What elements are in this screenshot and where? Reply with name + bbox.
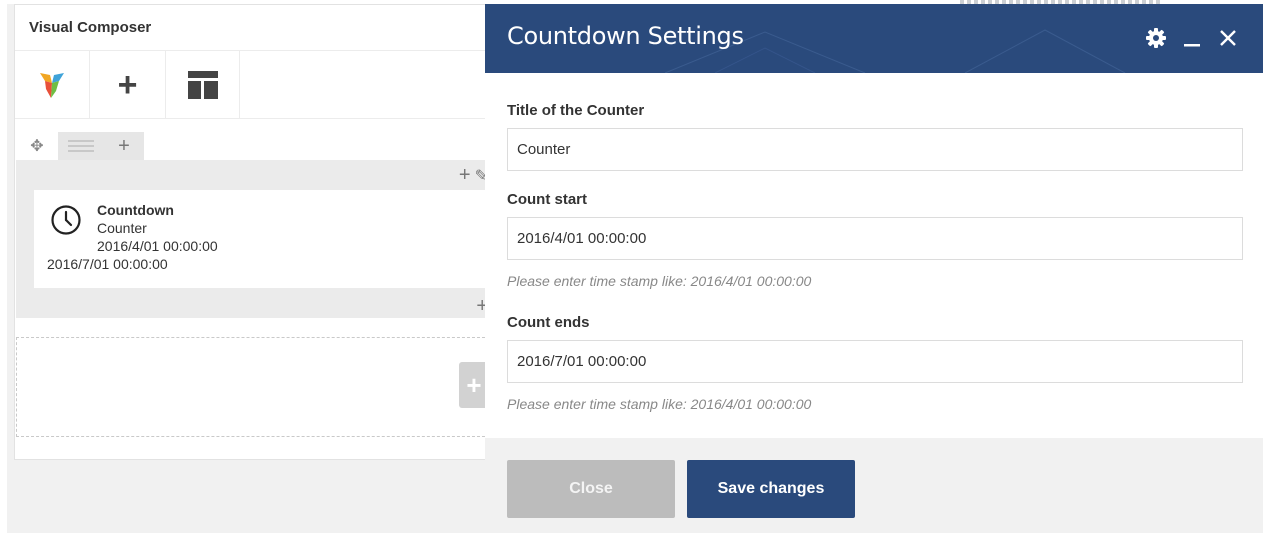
modal-footer: Close Save changes	[485, 438, 1263, 533]
save-changes-button[interactable]: Save changes	[687, 460, 855, 518]
settings-button[interactable]	[1145, 24, 1167, 52]
row-add-button[interactable]: +	[104, 132, 144, 160]
composer-title: Visual Composer	[15, 5, 503, 51]
column-controls: + ✎	[459, 164, 488, 187]
vc-logo-icon	[40, 73, 64, 98]
move-icon: ✥	[30, 138, 44, 155]
countdown-element[interactable]: Countdown Counter 2016/4/01 00:00:00 201…	[34, 190, 490, 288]
element-end: 2016/7/01 00:00:00	[47, 256, 168, 272]
composer-toolbar: +	[15, 51, 503, 119]
add-element-button[interactable]: +	[90, 51, 166, 119]
layout-icon	[187, 71, 218, 99]
empty-row-placeholder: +	[16, 337, 490, 437]
count-start-help: Please enter time stamp like: 2016/4/01 …	[507, 273, 812, 289]
count-ends-label: Count ends	[507, 314, 590, 331]
minimize-button[interactable]	[1181, 24, 1203, 52]
count-start-input[interactable]	[507, 217, 1243, 260]
close-modal-button[interactable]	[1217, 24, 1239, 52]
count-ends-help: Please enter time stamp like: 2016/4/01 …	[507, 396, 812, 412]
templates-button[interactable]	[166, 51, 240, 119]
row-layout-icon	[68, 140, 94, 152]
countdown-settings-modal: Countdown Settings Title of the Counter …	[485, 4, 1263, 533]
counter-title-input[interactable]	[507, 128, 1243, 171]
vc-logo-button[interactable]	[15, 51, 90, 119]
plus-icon: +	[466, 369, 482, 400]
modal-header: Countdown Settings	[485, 4, 1263, 73]
plus-icon: +	[118, 134, 130, 157]
element-title: Counter	[97, 220, 147, 236]
gear-icon	[1146, 28, 1166, 48]
column-add-button[interactable]: +	[459, 164, 471, 187]
close-button[interactable]: Close	[507, 460, 675, 518]
count-start-label: Count start	[507, 191, 587, 208]
row-controls: ✥ +	[16, 132, 144, 160]
close-icon	[1220, 30, 1236, 46]
clock-icon	[51, 205, 81, 235]
minimize-icon	[1184, 44, 1200, 47]
row-layout-button[interactable]	[58, 132, 104, 160]
plus-icon: +	[117, 66, 138, 104]
modal-title: Countdown Settings	[507, 22, 744, 50]
counter-title-label: Title of the Counter	[507, 102, 645, 119]
element-name: Countdown	[97, 202, 174, 218]
row-container: + ✎ Countdown Counter 2016/4/01 00:00:00…	[16, 160, 490, 318]
modal-header-icons	[1145, 24, 1239, 52]
move-handle[interactable]: ✥	[16, 132, 58, 160]
element-start: 2016/4/01 00:00:00	[97, 238, 218, 254]
count-ends-input[interactable]	[507, 340, 1243, 383]
